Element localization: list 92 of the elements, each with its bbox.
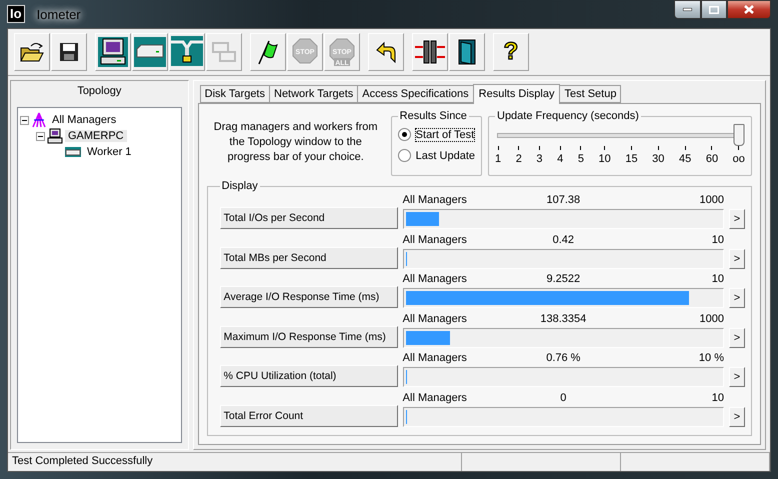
radio-button[interactable] <box>398 149 411 162</box>
source-label: All Managers <box>402 312 468 325</box>
more-button[interactable]: > <box>729 288 745 308</box>
toolbar-button[interactable] <box>250 33 286 71</box>
network-icon <box>171 36 203 68</box>
more-button[interactable]: > <box>729 367 745 388</box>
more-button[interactable]: > <box>729 248 745 269</box>
close-icon <box>744 5 754 14</box>
minus-box-icon[interactable] <box>20 116 29 124</box>
panel-title: Topology <box>76 85 122 99</box>
value-label: 0.76 % <box>546 352 580 364</box>
minimize-icon <box>683 8 692 11</box>
value-label: 107.38 <box>546 194 580 206</box>
disk-drive-icon <box>64 145 82 159</box>
window-pair-icon <box>211 40 237 64</box>
group-title: Update Frequency (seconds) <box>496 110 640 122</box>
metric-button[interactable]: Average I/O Response Time (ms) <box>220 286 398 308</box>
more-button[interactable]: > <box>729 406 745 427</box>
radio-button[interactable] <box>398 128 411 141</box>
metric-button[interactable]: Total MBs per Second <box>220 246 398 269</box>
tab[interactable]: Network Targets <box>269 85 358 103</box>
source-label: All Managers <box>402 392 468 404</box>
minimize-button[interactable] <box>674 0 701 19</box>
more-button[interactable]: > <box>729 209 745 230</box>
fan-lines-icon <box>31 112 47 128</box>
tick-label: 60 <box>706 146 718 165</box>
toolbar-button[interactable] <box>169 33 205 71</box>
tab[interactable]: Access Specifications <box>357 85 474 103</box>
tab[interactable]: Test Setup <box>559 85 622 103</box>
tree-item[interactable]: All Managers <box>49 114 120 126</box>
value-label: 9.2522 <box>546 273 580 286</box>
disk-drive-icon <box>134 37 166 67</box>
max-label: 1000 <box>698 312 724 325</box>
tick-label: oo <box>732 146 745 165</box>
tick-label: 1 <box>495 146 502 165</box>
toolbar-button[interactable] <box>95 33 131 71</box>
tick-label: 3 <box>536 146 543 165</box>
radio-label: Start of Test <box>416 128 474 140</box>
max-label: 10 <box>710 234 724 246</box>
door-icon <box>457 39 477 65</box>
app-icon: Io <box>7 5 25 23</box>
source-label: All Managers <box>402 194 468 206</box>
max-label: 10 <box>710 273 724 286</box>
source-label: All Managers <box>402 234 468 246</box>
toolbar-button[interactable] <box>132 33 168 71</box>
flag-icon <box>257 39 279 65</box>
tick-label: 4 <box>557 146 564 165</box>
curved-arrow-icon <box>375 41 397 63</box>
window-title: Iometer <box>36 6 82 22</box>
close-button[interactable] <box>727 0 771 19</box>
tree-item[interactable]: GAMERPC <box>65 130 127 142</box>
tick-label: 30 <box>652 146 664 165</box>
value-label: 0.42 <box>552 234 574 246</box>
tick-label: 15 <box>625 146 638 165</box>
tab[interactable]: Disk Targets <box>200 85 270 103</box>
value-label: 138.3354 <box>540 312 586 325</box>
group-title: Display <box>220 180 259 192</box>
metric-button[interactable]: Total Error Count <box>220 404 398 427</box>
tick-label: 5 <box>578 146 584 165</box>
computer-icon <box>98 37 128 67</box>
toolbar-button[interactable] <box>412 33 448 71</box>
tree-item[interactable]: Worker 1 <box>84 146 134 158</box>
question-mark-icon: ? <box>504 38 518 66</box>
minus-box-icon[interactable] <box>36 132 45 140</box>
instruction-text: Drag managers and workers from the Topology window to the progress bar of your choice. <box>212 120 379 165</box>
toolbar-button[interactable] <box>14 33 50 71</box>
maximize-button[interactable] <box>701 0 727 19</box>
tab[interactable]: Results Display <box>472 84 560 104</box>
maximize-icon <box>709 6 719 14</box>
max-label: 1000 <box>698 194 724 206</box>
metric-button[interactable]: Total I/Os per Second <box>220 207 398 230</box>
metric-button[interactable]: Maximum I/O Response Time (ms) <box>220 326 398 348</box>
max-label: 10 % <box>698 352 724 364</box>
slider-thumb[interactable] <box>734 124 744 146</box>
group-title: Results Since <box>398 110 468 122</box>
more-button[interactable]: > <box>729 328 745 348</box>
max-label: 10 <box>710 392 724 404</box>
toolbar-button[interactable] <box>51 33 87 71</box>
folder-icon <box>19 41 45 63</box>
toolbar-button[interactable] <box>449 33 485 71</box>
metric-button[interactable]: % CPU Utilization (total) <box>220 365 398 388</box>
tick-label: 10 <box>598 146 611 165</box>
computer-icon <box>47 128 63 144</box>
status-text: Test Completed Successfully <box>12 455 153 467</box>
double-arrow-icon <box>414 40 446 64</box>
tick-label: 45 <box>679 146 692 165</box>
source-label: All Managers <box>402 352 468 364</box>
value-label: 0 <box>560 392 566 404</box>
tick-label: 2 <box>516 146 522 165</box>
toolbar-button[interactable] <box>368 33 404 71</box>
radio-label: Last Update <box>416 150 475 162</box>
source-label: All Managers <box>402 273 468 286</box>
